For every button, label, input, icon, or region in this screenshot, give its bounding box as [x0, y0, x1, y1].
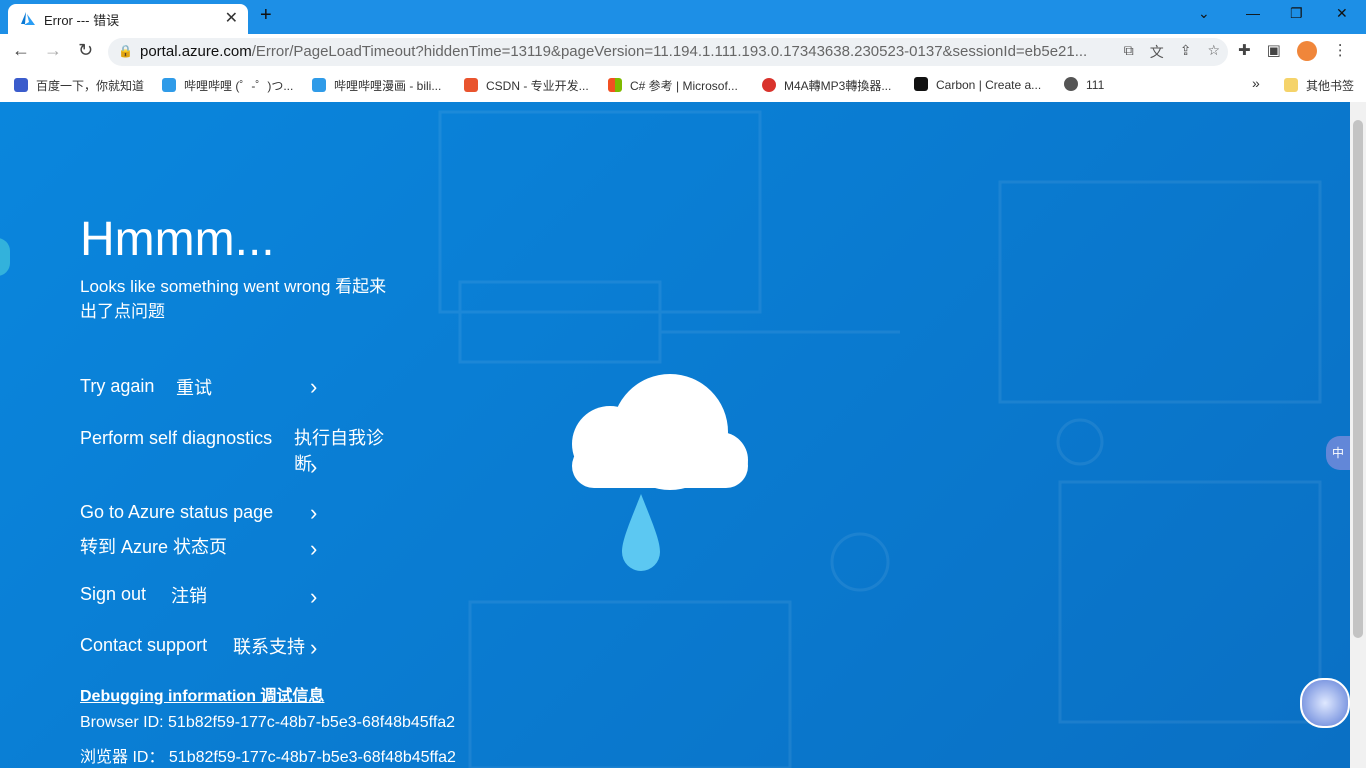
url-text[interactable]: portal.azure.com/Error/PageLoadTimeout?h… — [140, 43, 1087, 60]
debugging-information-link[interactable]: Debugging information 调试信息 — [80, 682, 324, 706]
new-tab-button[interactable]: + — [260, 4, 272, 27]
scrollbar-thumb[interactable] — [1353, 120, 1363, 638]
tab-title: Error --- 错误 — [44, 13, 120, 28]
bookmark-item[interactable]: C# 参考 | Microsof... — [608, 77, 738, 94]
azure-status-link[interactable]: Go to Azure status page 转到 Azure 状态页 › › — [80, 500, 400, 561]
cloud-rain-icon — [572, 374, 748, 571]
try-again-link[interactable]: Try again 重试 › — [80, 374, 400, 406]
microsoft-icon — [608, 78, 622, 92]
tab-search-icon[interactable]: ⌄ — [1198, 5, 1210, 22]
menu-label-cn: 转到 Azure 状态页 — [80, 537, 228, 557]
tab-strip: Error --- 错误 ✕ + ⌄ — ❐ ✕ — [0, 0, 1366, 34]
menu-icon[interactable]: ⋮ — [1333, 41, 1348, 61]
menu-label-cn: 联系支持 — [233, 637, 305, 657]
share-icon[interactable]: ⇪ — [1180, 42, 1192, 62]
bookmark-label: M4A轉MP3轉換器... — [784, 79, 892, 93]
bookmark-item[interactable]: Carbon | Create a... — [914, 77, 1041, 92]
browser-toolbar: ← → ↻ 🔒 portal.azure.com/Error/PageLoadT… — [0, 34, 1366, 70]
baidu-icon — [14, 78, 28, 92]
bookmark-label: CSDN - 专业开发... — [486, 79, 589, 93]
carbon-icon — [914, 77, 928, 91]
bookmarks-more-icon[interactable]: » — [1252, 75, 1260, 91]
azure-icon — [21, 12, 35, 25]
chevron-right-icon: › — [310, 584, 318, 609]
url-path: /Error/PageLoadTimeout?hiddenTime=13119&… — [251, 43, 1088, 60]
browser-id-en: Browser ID: 51b82f59-177c-48b7-b5e3-68f4… — [80, 714, 456, 731]
bookmark-label: 百度一下，你就知道 — [36, 79, 145, 93]
page-scrollbar[interactable] — [1350, 102, 1366, 768]
url-host: portal.azure.com — [140, 43, 252, 60]
globe-icon — [1064, 77, 1078, 91]
close-window-button[interactable]: ✕ — [1336, 5, 1348, 22]
bilibili-manga-icon — [312, 78, 326, 92]
self-diagnostics-link[interactable]: Perform self diagnostics 执行自我诊断 › — [80, 426, 400, 479]
back-icon[interactable]: ← — [12, 40, 30, 61]
bookmark-label: 哔哩哔哩漫画 - bili... — [334, 79, 442, 93]
bookmark-item[interactable]: M4A轉MP3轉換器... — [762, 77, 891, 94]
bookmark-star-icon[interactable]: ☆ — [1207, 42, 1220, 62]
bookmark-item[interactable]: 哔哩哔哩漫画 - bili... — [312, 77, 441, 94]
chevron-right-icon: › — [310, 635, 318, 660]
language-switch-button[interactable]: 中 — [1326, 436, 1350, 470]
chevron-right-icon: › — [310, 536, 318, 561]
sign-out-link[interactable]: Sign out 注销 › — [80, 584, 400, 614]
bookmark-label: 哔哩哔哩 (゜-゜)つ... — [184, 79, 294, 93]
folder-icon — [1284, 78, 1298, 92]
menu-label-cn: 重试 — [176, 378, 212, 398]
converter-icon — [762, 78, 776, 92]
tab-close-icon[interactable]: ✕ — [225, 8, 238, 28]
address-bar[interactable]: 🔒 portal.azure.com/Error/PageLoadTimeout… — [108, 38, 1228, 66]
bookmark-label: 111 — [1086, 78, 1105, 92]
error-page: Hmmm... Looks like something went wrong … — [0, 102, 1350, 768]
browser-id-cn: 浏览器 ID： 51b82f59-177c-48b7-b5e3-68f48b45… — [80, 749, 456, 766]
menu-label-en: Try again — [80, 376, 155, 396]
reload-icon[interactable]: ↻ — [78, 40, 93, 61]
page-title: Hmmm... — [80, 213, 275, 266]
omnibox-icons: ⧉ 文 ⇪ ☆ — [1124, 42, 1220, 62]
chevron-right-icon: › — [310, 500, 318, 525]
menu-label-cn: 注销 — [171, 586, 207, 606]
translate-icon[interactable]: 文 — [1150, 42, 1164, 62]
minimize-button[interactable]: — — [1246, 5, 1260, 21]
open-in-app-icon[interactable]: ⧉ — [1124, 42, 1134, 62]
other-bookmarks-label: 其他书签 — [1306, 79, 1355, 93]
bookmark-label: C# 参考 | Microsof... — [630, 79, 738, 93]
menu-label-en: Contact support — [80, 635, 208, 655]
menu-label-en: Sign out — [80, 584, 147, 604]
contact-support-link[interactable]: Contact support 联系支持 › — [80, 635, 400, 665]
chevron-right-icon: › — [310, 454, 318, 479]
other-bookmarks[interactable]: 其他书签 — [1284, 77, 1354, 94]
page-subtitle: Looks like something went wrong 看起来出了点问题 — [80, 277, 387, 321]
bookmark-item[interactable]: 哔哩哔哩 (゜-゜)つ... — [162, 77, 293, 94]
extensions-icon[interactable]: ✚ — [1238, 41, 1251, 61]
chevron-right-icon: › — [310, 374, 318, 399]
menu-label-en: Go to Azure status page — [80, 502, 274, 522]
csdn-icon — [464, 78, 478, 92]
bookmark-item[interactable]: CSDN - 专业开发... — [464, 77, 589, 94]
browser-tab[interactable]: Error --- 错误 ✕ — [8, 4, 248, 34]
forward-icon[interactable]: → — [44, 40, 62, 61]
bookmarks-bar: 百度一下，你就知道 哔哩哔哩 (゜-゜)つ... 哔哩哔哩漫画 - bili..… — [0, 70, 1366, 103]
restore-button[interactable]: ❐ — [1290, 5, 1303, 22]
bookmark-label: Carbon | Create a... — [936, 78, 1042, 92]
toolbar-right-icons: ✚ ▣ ⋮ — [1238, 41, 1348, 61]
bilibili-icon — [162, 78, 176, 92]
bookmark-item[interactable]: 111 — [1064, 77, 1104, 92]
bookmark-item[interactable]: 百度一下，你就知道 — [14, 77, 144, 94]
menu-label-en: Perform self diagnostics — [80, 428, 273, 448]
assistant-avatar[interactable] — [1300, 678, 1350, 728]
lock-icon[interactable]: 🔒 — [118, 44, 133, 58]
side-panel-icon[interactable]: ▣ — [1267, 41, 1281, 61]
profile-avatar-icon[interactable] — [1296, 41, 1317, 61]
